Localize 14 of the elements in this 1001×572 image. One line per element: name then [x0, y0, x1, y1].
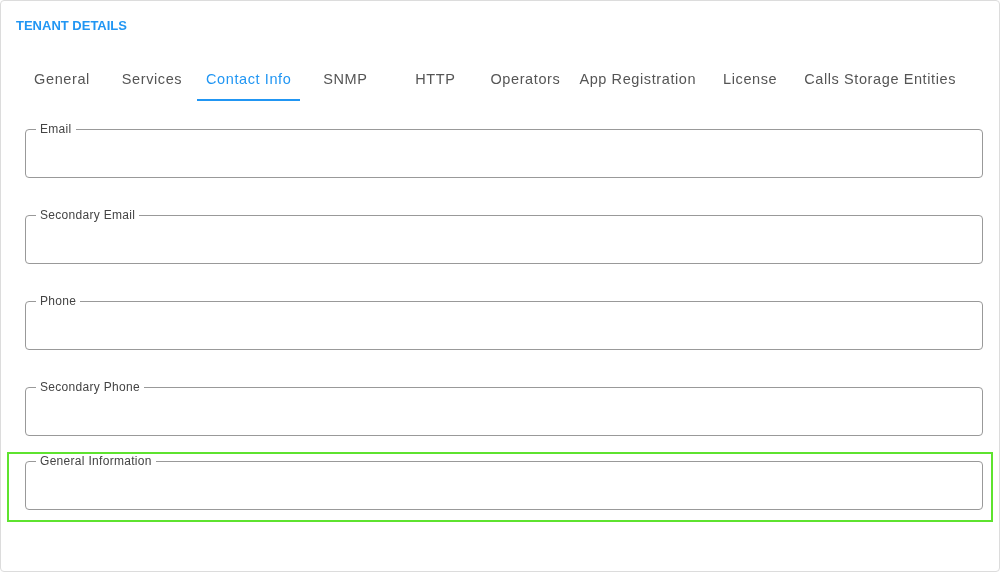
tab[interactable]: Operators — [480, 59, 571, 101]
tab[interactable]: Calls Storage Entities — [795, 59, 966, 101]
tab[interactable]: General — [17, 59, 107, 101]
input-field[interactable]: Secondary Phone — [25, 380, 983, 436]
tab[interactable]: SNMP — [300, 59, 391, 101]
tab[interactable]: Services — [107, 59, 197, 101]
dialog-title: TENANT DETAILS — [16, 17, 128, 35]
tab[interactable]: HTTP — [390, 59, 481, 101]
tab[interactable]: License — [705, 59, 796, 101]
input-field[interactable]: Phone — [25, 294, 983, 350]
input-field[interactable]: Email — [25, 122, 983, 178]
tab[interactable]: App Registration — [570, 59, 706, 101]
input-field[interactable]: Secondary Email — [25, 208, 983, 264]
input-field[interactable]: General Information — [25, 454, 983, 510]
